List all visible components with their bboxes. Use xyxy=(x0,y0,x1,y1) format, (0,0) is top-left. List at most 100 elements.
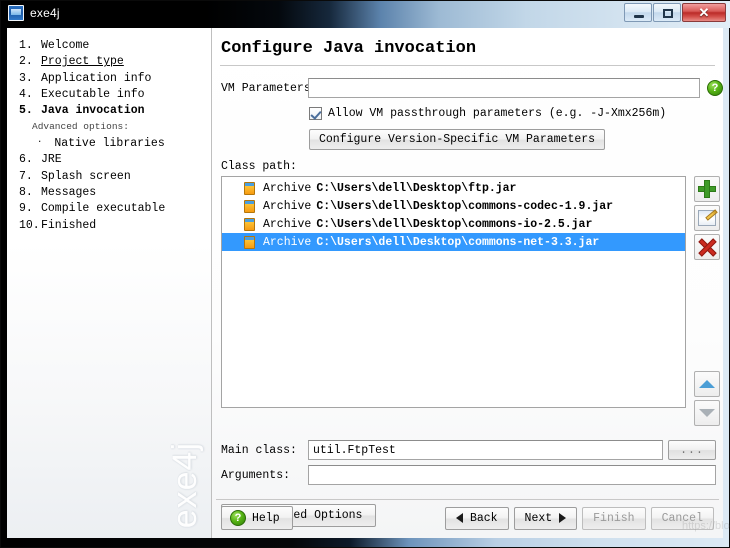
step-number: 8. xyxy=(19,186,33,200)
sidebar-item-welcome[interactable]: 1. Welcome xyxy=(19,38,211,54)
classpath-item-path: C:\Users\dell\Desktop\commons-codec-1.9.… xyxy=(316,199,614,213)
vm-parameters-input[interactable] xyxy=(308,78,700,98)
minimize-button[interactable] xyxy=(624,3,652,22)
move-up-button[interactable] xyxy=(694,371,721,397)
allow-passthrough-checkbox[interactable] xyxy=(309,107,322,120)
help-circle-icon-footer: ? xyxy=(230,510,246,526)
close-icon: ✕ xyxy=(698,4,710,20)
step-label: Project type xyxy=(41,55,124,69)
classpath-toolbar xyxy=(691,176,723,429)
step-label: Finished xyxy=(41,218,97,232)
plus-icon-vertical xyxy=(704,180,711,198)
step-label: Splash screen xyxy=(41,169,131,183)
maximize-button[interactable] xyxy=(653,3,681,22)
jar-icon xyxy=(244,199,255,213)
classpath-item-selected[interactable]: Archive C:\Users\dell\Desktop\commons-ne… xyxy=(222,233,686,251)
step-number: 4. xyxy=(19,87,33,101)
step-label: Compile executable xyxy=(41,202,166,216)
step-number: 6. xyxy=(19,153,33,167)
title-bar-left: exe4j xyxy=(8,5,60,21)
window-title: exe4j xyxy=(30,6,60,20)
edit-classpath-button[interactable] xyxy=(694,205,721,231)
sidebar-item-java-invocation[interactable]: 5. Java invocation xyxy=(19,103,211,119)
maximize-icon xyxy=(663,9,673,18)
step-label: Executable info xyxy=(41,87,145,101)
step-label: Messages xyxy=(41,186,97,200)
sidebar-item-native-libraries[interactable]: · Native libraries xyxy=(7,134,211,152)
title-bar: exe4j ✕ xyxy=(1,1,730,28)
main-class-browse-button[interactable]: ... xyxy=(668,440,716,460)
help-button-label: Help xyxy=(252,511,280,525)
sidebar-item-jre[interactable]: 6. JRE xyxy=(19,152,211,168)
step-number: 5. xyxy=(19,104,33,118)
page-title: Configure Java invocation xyxy=(221,39,477,58)
step-number: 1. xyxy=(19,39,33,52)
minimize-icon xyxy=(634,15,644,18)
vm-parameters-row: VM Parameters: ? xyxy=(221,78,723,98)
sidebar-item-application-info[interactable]: 3. Application info xyxy=(19,71,211,87)
step-number: 7. xyxy=(19,169,33,183)
bullet-icon: · xyxy=(37,137,43,148)
classpath-item-type: Archive xyxy=(263,217,312,231)
triangle-left-icon xyxy=(455,513,463,523)
sidebar-item-finished[interactable]: 10. Finished xyxy=(19,218,211,234)
sidebar-item-project-type[interactable]: 2. Project type xyxy=(19,54,211,70)
window-controls: ✕ xyxy=(624,3,726,22)
advanced-options-label: Advanced options: xyxy=(32,121,129,133)
chevron-down-icon xyxy=(699,409,716,417)
wizard-step-list: 1. Welcome 2. Project type 3. Applicatio… xyxy=(7,38,211,119)
classpath-area: Archive C:\Users\dell\Desktop\ftp.jar Ar… xyxy=(221,176,723,429)
finish-button[interactable]: Finish xyxy=(582,506,646,530)
jar-icon xyxy=(244,235,255,249)
chevron-up-icon xyxy=(699,380,716,388)
navigation-buttons: Back Next Finish Cancel xyxy=(444,506,714,530)
arguments-row: Arguments: xyxy=(221,465,723,485)
back-button[interactable]: Back xyxy=(444,506,509,530)
classpath-item-path: C:\Users\dell\Desktop\commons-io-2.5.jar xyxy=(316,217,593,231)
classpath-label: Class path: xyxy=(221,160,297,173)
sidebar-item-executable-info[interactable]: 4. Executable info xyxy=(19,87,211,103)
exe4j-window: exe4j ✕ 1. Welcome 2. Project type 3. Ap… xyxy=(0,0,730,548)
title-divider xyxy=(220,65,715,66)
step-number: 3. xyxy=(19,71,33,85)
pencil-icon xyxy=(698,210,717,226)
allow-passthrough-row[interactable]: Allow VM passthrough parameters (e.g. -J… xyxy=(309,107,723,120)
sidebar-item-messages[interactable]: 8. Messages xyxy=(19,185,211,201)
sidebar-item-splash-screen[interactable]: 7. Splash screen xyxy=(19,169,211,185)
classpath-list[interactable]: Archive C:\Users\dell\Desktop\ftp.jar Ar… xyxy=(221,176,687,408)
main-class-row: Main class: ... xyxy=(221,440,723,460)
back-button-label: Back xyxy=(469,511,498,525)
configure-version-specific-button[interactable]: Configure Version-Specific VM Parameters xyxy=(309,129,606,150)
step-number: 2. xyxy=(19,55,33,69)
classpath-item[interactable]: Archive C:\Users\dell\Desktop\ftp.jar xyxy=(222,179,685,197)
next-button[interactable]: Next xyxy=(513,506,578,530)
arguments-input[interactable] xyxy=(308,465,716,485)
classpath-item[interactable]: Archive C:\Users\dell\Desktop\commons-io… xyxy=(222,215,685,233)
bottom-fields: Main class: ... Arguments: xyxy=(221,440,723,485)
main-class-input[interactable] xyxy=(308,440,663,460)
step-label: Welcome xyxy=(41,39,90,52)
help-button[interactable]: ? Help xyxy=(221,506,293,530)
help-circle-icon[interactable]: ? xyxy=(707,80,723,96)
version-specific-row: Configure Version-Specific VM Parameters xyxy=(309,129,723,150)
sidebar-watermark: exe4j xyxy=(166,441,204,528)
remove-classpath-button[interactable] xyxy=(694,234,721,260)
main-panel: Configure Java invocation VM Parameters:… xyxy=(212,28,730,538)
close-button[interactable]: ✕ xyxy=(682,3,726,22)
screenshot-root: exe4j ✕ 1. Welcome 2. Project type 3. Ap… xyxy=(0,0,730,548)
classpath-item-type: Archive xyxy=(263,199,312,213)
classpath-item-path: C:\Users\dell\Desktop\commons-net-3.3.ja… xyxy=(316,235,600,249)
allow-passthrough-label: Allow VM passthrough parameters (e.g. -J… xyxy=(328,107,667,120)
main-class-label: Main class: xyxy=(221,443,297,457)
classpath-item-type: Archive xyxy=(263,181,312,195)
wizard-sidebar: 1. Welcome 2. Project type 3. Applicatio… xyxy=(7,28,212,538)
sidebar-item-compile-executable[interactable]: 9. Compile executable xyxy=(19,201,211,217)
classpath-item-path: C:\Users\dell\Desktop\ftp.jar xyxy=(316,181,517,195)
classpath-item[interactable]: Archive C:\Users\dell\Desktop\commons-co… xyxy=(222,197,685,215)
step-number: 10. xyxy=(19,218,40,232)
add-classpath-button[interactable] xyxy=(694,176,721,202)
jar-icon xyxy=(244,217,255,231)
wizard-step-list-continued: 6. JRE 7. Splash screen 8. Messages 9. C… xyxy=(7,152,211,233)
step-label: Java invocation xyxy=(41,104,145,118)
move-down-button[interactable] xyxy=(694,400,721,426)
